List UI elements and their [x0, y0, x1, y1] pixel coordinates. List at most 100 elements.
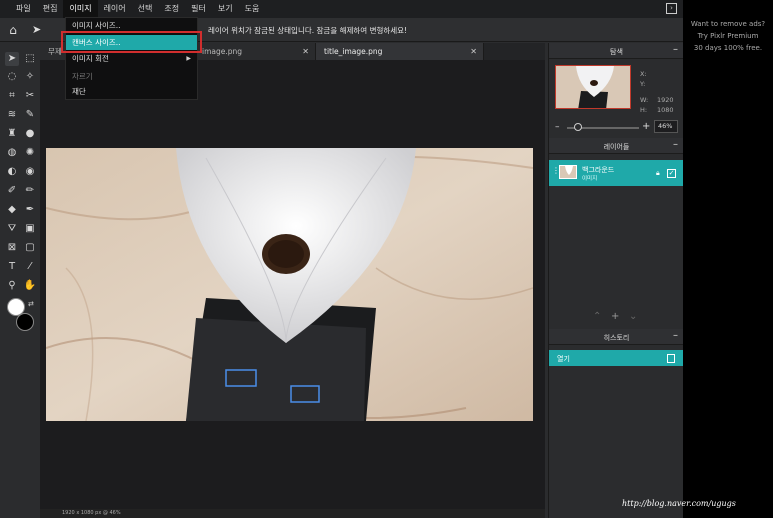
- chevron-down-icon[interactable]: ⌄: [629, 311, 637, 322]
- menu-crop: 자르기: [66, 69, 197, 84]
- pixlr-app: 파일 편집 이미지 레이어 선택 조정 필터 보기 도움 › ⌂ ➤ 레이어 위…: [0, 0, 684, 518]
- submenu-arrow-icon: ▶: [186, 55, 191, 62]
- collapse-icon[interactable]: ›: [666, 3, 677, 14]
- menu-select[interactable]: 선택: [132, 0, 159, 18]
- zoom-in-icon[interactable]: +: [642, 121, 650, 132]
- add-layer-icon[interactable]: +: [611, 311, 619, 322]
- visibility-checkbox[interactable]: ✓: [667, 169, 676, 178]
- menu-canvas-size[interactable]: 캔버스 사이즈..: [66, 35, 197, 50]
- rectangle-tool-icon[interactable]: ▢: [23, 241, 37, 255]
- menu-item-label: 이미지 사이즈..: [72, 21, 121, 30]
- menubar: 파일 편집 이미지 레이어 선택 조정 필터 보기 도움 ›: [0, 0, 683, 18]
- menu-filter[interactable]: 필터: [185, 0, 212, 18]
- navigator-preview: [556, 66, 630, 108]
- text-tool-icon[interactable]: T: [5, 260, 19, 274]
- bloat-tool-icon[interactable]: ✺: [23, 146, 37, 160]
- history-label: 열기: [557, 355, 570, 363]
- bucket-tool-icon[interactable]: ⛛: [5, 222, 19, 236]
- history-title: 히스토리: [603, 334, 630, 342]
- minimize-icon[interactable]: –: [673, 44, 678, 55]
- layer-row[interactable]: ⋮ 백그라운드 이미지 🔒︎ ✓: [549, 160, 683, 186]
- nav-y-label: Y:: [640, 80, 646, 88]
- background-color-swatch[interactable]: [16, 313, 34, 331]
- brush-tool-icon[interactable]: ✏: [23, 184, 37, 198]
- navigator-thumbnail[interactable]: [555, 65, 631, 109]
- tab-image[interactable]: image.png ✕: [178, 43, 316, 60]
- document-icon: [667, 354, 675, 363]
- minimize-icon[interactable]: –: [673, 330, 678, 341]
- history-item[interactable]: 열기: [549, 350, 683, 366]
- navigator-title: 탐색: [610, 48, 623, 56]
- globe-tool-icon[interactable]: ◍: [5, 146, 19, 160]
- menu-image-size[interactable]: 이미지 사이즈..: [66, 18, 197, 33]
- toolbar: ➤ ⬚ ◌ ✧ ⌗ ✂ ≋ ✎ ♜ ● ◍ ✺ ◐ ◉ ✐ ✏ ◆ ✒ ⛛ ▣ …: [0, 46, 40, 518]
- menu-edit[interactable]: 편집: [37, 0, 64, 18]
- menu-adjust[interactable]: 조정: [158, 0, 185, 18]
- chevron-up-icon[interactable]: ⌃: [593, 311, 601, 322]
- layer-type: 이미지: [582, 176, 598, 182]
- menu-image[interactable]: 이미지: [63, 0, 98, 18]
- liquify-tool-icon[interactable]: ≋: [5, 108, 19, 122]
- layer-preview: [560, 166, 576, 178]
- layer-lock-notice: 레이어 위치가 잠금된 상태입니다. 잠금을 해제하여 변형하세요!: [208, 26, 408, 35]
- tab-title-image[interactable]: title_image.png ✕: [316, 43, 484, 60]
- tab-label: image.png: [202, 47, 243, 56]
- menu-view[interactable]: 보기: [212, 0, 239, 18]
- scissors-icon[interactable]: ✂: [23, 89, 37, 103]
- menu-trim[interactable]: 재단: [66, 84, 197, 99]
- menu-item-label: 자르기: [72, 72, 93, 81]
- layers-title: 레이어들: [603, 143, 630, 151]
- zoom-input[interactable]: 46%: [654, 120, 678, 133]
- marquee-tool-icon[interactable]: ⬚: [23, 52, 37, 66]
- hand-tool-icon[interactable]: ✋: [23, 279, 37, 293]
- foreground-color-swatch[interactable]: [7, 298, 25, 316]
- close-icon[interactable]: ✕: [470, 43, 477, 60]
- gradient-tool-icon[interactable]: ▣: [23, 222, 37, 236]
- layer-thumbnail: [559, 165, 577, 179]
- zoom-slider-handle[interactable]: [574, 123, 582, 131]
- nav-x-label: X:: [640, 70, 647, 78]
- sponge-tool-icon[interactable]: ◉: [23, 165, 37, 179]
- drop-tool-icon[interactable]: ●: [23, 127, 37, 141]
- menu-layer[interactable]: 레이어: [98, 0, 132, 18]
- watermark: http://blog.naver.com/ugugs: [622, 499, 736, 508]
- stamp-tool-icon[interactable]: ♜: [5, 127, 19, 141]
- menu-item-label: 캔버스 사이즈..: [72, 38, 121, 47]
- lock-icon[interactable]: 🔒︎: [656, 169, 660, 178]
- eyedropper-icon[interactable]: ⁄: [23, 260, 37, 274]
- crop-tool-icon[interactable]: ⌗: [5, 89, 19, 103]
- move-tool-icon: ➤: [32, 23, 42, 36]
- menu-item-label: 재단: [72, 87, 86, 96]
- canvas-image[interactable]: [46, 148, 533, 421]
- tab-label: 무제: [48, 47, 62, 56]
- zoom-tool-icon[interactable]: ⚲: [5, 279, 19, 293]
- swap-colors-icon[interactable]: ⇄: [28, 300, 34, 308]
- ad-sidebar: Want to remove ads? Try Pixlr Premium 30…: [683, 0, 773, 518]
- coffee-photo: [46, 148, 533, 421]
- magic-wand-icon[interactable]: ✧: [23, 70, 37, 84]
- canvas-area[interactable]: [40, 60, 545, 510]
- menu-rotate-image[interactable]: 이미지 회전 ▶: [66, 51, 197, 66]
- ad-line[interactable]: Try Pixlr Premium: [683, 32, 773, 40]
- shape-tool-icon[interactable]: ⊠: [5, 241, 19, 255]
- minimize-icon[interactable]: –: [673, 139, 678, 150]
- color-replace-icon[interactable]: ✒: [23, 203, 37, 217]
- nav-h-value: 1080: [657, 106, 674, 114]
- home-icon[interactable]: ⌂: [6, 23, 20, 37]
- move-tool-icon[interactable]: ➤: [5, 52, 19, 66]
- dodge-tool-icon[interactable]: ◐: [5, 165, 19, 179]
- lasso-tool-icon[interactable]: ◌: [5, 70, 19, 84]
- menu-file[interactable]: 파일: [10, 0, 37, 18]
- ad-line[interactable]: Want to remove ads?: [683, 20, 773, 28]
- close-icon[interactable]: ✕: [302, 43, 309, 60]
- history-header: 히스토리 –: [549, 329, 684, 345]
- right-panel: 탐색 – X: Y: W: 1920 H: 1080 – + 46% 레이어들 …: [548, 43, 684, 518]
- pencil-tool-icon[interactable]: ✐: [5, 184, 19, 198]
- status-bar: 1920 x 1080 px @ 46%: [40, 509, 545, 518]
- eraser-tool-icon[interactable]: ◆: [5, 203, 19, 217]
- menu-help[interactable]: 도움: [239, 0, 266, 18]
- heal-tool-icon[interactable]: ✎: [23, 108, 37, 122]
- ad-line[interactable]: 30 days 100% free.: [683, 44, 773, 52]
- tab-label: title_image.png: [324, 47, 383, 56]
- zoom-out-icon[interactable]: –: [555, 122, 560, 132]
